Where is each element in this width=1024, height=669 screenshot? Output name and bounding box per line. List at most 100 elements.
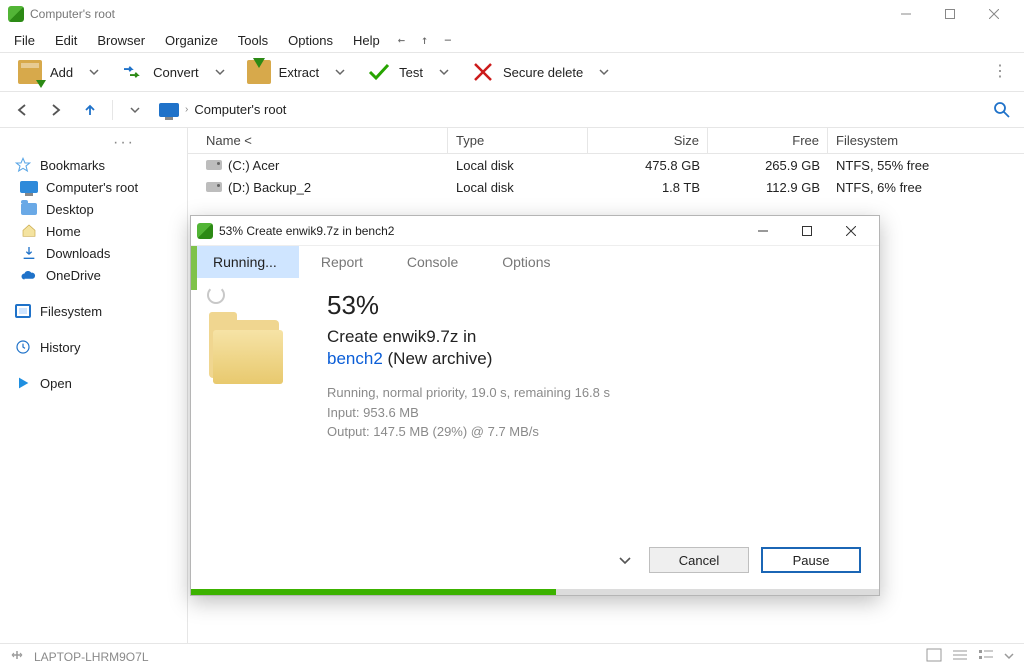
sidebar-item-computers-root[interactable]: Computer's root [4, 176, 183, 198]
output-line: Output: 147.5 MB (29%) @ 7.7 MB/s [327, 422, 863, 442]
dialog-accent [191, 246, 197, 290]
home-icon [20, 223, 38, 239]
cell-name: (C:) Acer [228, 158, 279, 173]
view-details-icon[interactable] [978, 648, 994, 665]
menu-tools[interactable]: Tools [228, 31, 278, 50]
close-button[interactable] [972, 0, 1016, 28]
play-icon [14, 375, 32, 391]
folder-icon-large [207, 316, 285, 394]
tab-options[interactable]: Options [480, 246, 572, 278]
sidebar-item-label: Home [46, 224, 81, 239]
hostname: LAPTOP-LHRM9O7L [34, 650, 149, 664]
disk-icon [206, 182, 222, 192]
col-free[interactable]: Free [708, 128, 828, 154]
dialog-minimize-button[interactable] [741, 217, 785, 245]
convert-button[interactable]: Convert [111, 56, 209, 88]
add-label: Add [50, 65, 73, 80]
secure-delete-dropdown[interactable] [593, 67, 615, 77]
menu-browser[interactable]: Browser [87, 31, 155, 50]
menu-help[interactable]: Help [343, 31, 390, 50]
sidebar-item-downloads[interactable]: Downloads [4, 242, 183, 264]
sidebar-filesystem[interactable]: Filesystem [4, 300, 183, 322]
extract-button[interactable]: Extract [237, 56, 329, 88]
breadcrumb-root-dropdown[interactable] [121, 96, 149, 124]
bookmarks-label: Bookmarks [40, 158, 105, 173]
col-name[interactable]: Name < [198, 128, 448, 154]
sidebar-open[interactable]: Open [4, 372, 183, 394]
breadcrumb-current: Computer's root [194, 102, 286, 117]
pause-button[interactable]: Pause [761, 547, 861, 573]
breadcrumb[interactable]: › Computer's root [155, 102, 982, 117]
menu-organize[interactable]: Organize [155, 31, 228, 50]
nav-up-button[interactable] [76, 96, 104, 124]
search-button[interactable] [988, 96, 1016, 124]
chevron-down-icon [215, 67, 225, 77]
sidebar-item-label: OneDrive [46, 268, 101, 283]
view-large-icon[interactable] [926, 648, 942, 665]
resize-icon [10, 648, 24, 665]
test-dropdown[interactable] [433, 67, 455, 77]
extract-dropdown[interactable] [329, 67, 351, 77]
cancel-button[interactable]: Cancel [649, 547, 749, 573]
convert-label: Convert [153, 65, 199, 80]
secure-delete-label: Secure delete [503, 65, 583, 80]
sidebar-item-desktop[interactable]: Desktop [4, 198, 183, 220]
convert-arrows-icon [121, 60, 145, 84]
dialog-close-button[interactable] [829, 217, 873, 245]
tab-report[interactable]: Report [299, 246, 385, 278]
cell-size: 475.8 GB [588, 158, 708, 173]
main-titlebar: Computer's root [0, 0, 1024, 28]
table-row[interactable]: (C:) Acer Local disk 475.8 GB 265.9 GB N… [188, 154, 1024, 176]
nav-back-button[interactable] [8, 96, 36, 124]
add-button[interactable]: Add [8, 56, 83, 88]
col-filesystem[interactable]: Filesystem [828, 128, 1024, 154]
cell-free: 265.9 GB [708, 158, 828, 173]
menu-shortcut-minus-icon[interactable]: − [436, 31, 459, 49]
menu-shortcut-left-icon[interactable]: ← [390, 31, 413, 49]
maximize-button[interactable] [928, 0, 972, 28]
sidebar-history[interactable]: History [4, 336, 183, 358]
column-headers: Name < Type Size Free Filesystem [188, 128, 1024, 154]
menu-options[interactable]: Options [278, 31, 343, 50]
menu-shortcut-up-icon[interactable]: ↑ [413, 31, 436, 49]
progress-dialog: 53% Create enwik9.7z in bench2 Running..… [190, 215, 880, 596]
toolbar: Add Convert Extract T [0, 52, 1024, 92]
menu-file[interactable]: File [4, 31, 45, 50]
nav-forward-button[interactable] [42, 96, 70, 124]
app-icon [197, 223, 213, 239]
chevron-down-icon [130, 105, 140, 115]
folder-icon [21, 203, 37, 215]
add-dropdown[interactable] [83, 67, 105, 77]
search-icon [993, 101, 1011, 119]
tab-running[interactable]: Running... [191, 246, 299, 278]
sidebar-more-icon[interactable]: ··· [4, 132, 183, 154]
col-type[interactable]: Type [448, 128, 588, 154]
toolbar-overflow-button[interactable]: ⋮ [984, 64, 1016, 80]
menu-edit[interactable]: Edit [45, 31, 87, 50]
cell-fs: NTFS, 55% free [828, 158, 1024, 173]
navbar: › Computer's root [0, 92, 1024, 128]
cell-type: Local disk [448, 158, 588, 173]
sidebar-item-home[interactable]: Home [4, 220, 183, 242]
col-size[interactable]: Size [588, 128, 708, 154]
dialog-maximize-button[interactable] [785, 217, 829, 245]
sidebar-bookmarks-header[interactable]: Bookmarks [4, 154, 183, 176]
dialog-options-dropdown[interactable] [613, 554, 637, 566]
sidebar-item-onedrive[interactable]: OneDrive [4, 264, 183, 286]
dialog-tabs: Running... Report Console Options [191, 246, 879, 278]
convert-dropdown[interactable] [209, 67, 231, 77]
view-list-icon[interactable] [952, 648, 968, 665]
view-more-icon[interactable] [1004, 650, 1014, 664]
minimize-button[interactable] [884, 0, 928, 28]
dialog-titlebar: 53% Create enwik9.7z in bench2 [191, 216, 879, 246]
progress-bar-fill [191, 589, 556, 595]
table-row[interactable]: (D:) Backup_2 Local disk 1.8 TB 112.9 GB… [188, 176, 1024, 198]
secure-delete-button[interactable]: Secure delete [461, 56, 593, 88]
sidebar-item-label: Computer's root [46, 180, 138, 195]
destination-link[interactable]: bench2 [327, 349, 383, 368]
nav-separator [112, 100, 113, 120]
tab-console[interactable]: Console [385, 246, 480, 278]
open-label: Open [40, 376, 72, 391]
monitor-icon [20, 181, 38, 193]
test-button[interactable]: Test [357, 56, 433, 88]
